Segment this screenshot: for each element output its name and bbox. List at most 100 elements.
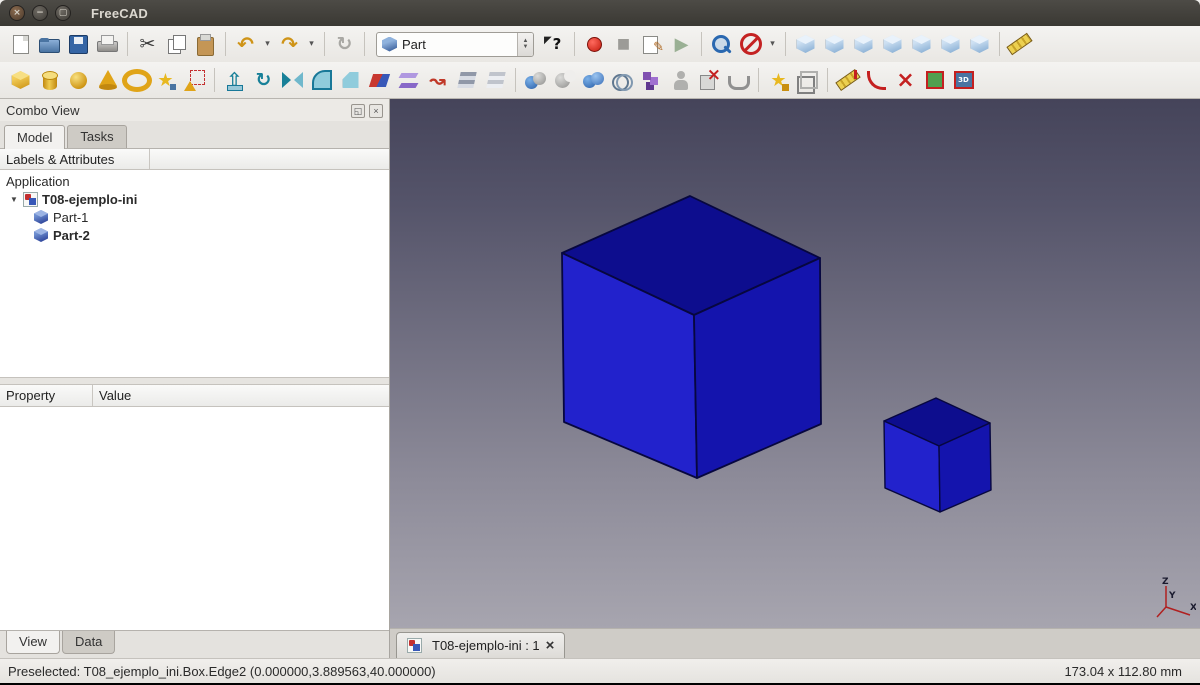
model-tree: Application ▼ T08-ejemplo-ini Part-1 Par… <box>0 170 389 377</box>
document-tab[interactable]: T08-ejemplo-ini : 1 × <box>396 632 565 658</box>
paste-icon[interactable] <box>192 31 219 58</box>
workbench-spinner-icon[interactable] <box>517 33 533 56</box>
measure-toggle-all-icon[interactable] <box>921 67 948 94</box>
tree-label: T08-ejemplo-ini <box>42 192 137 207</box>
draw-style-dropdown-icon[interactable]: ▾ <box>766 31 779 58</box>
undo-icon[interactable]: ↶ <box>232 31 259 58</box>
part-check-geometry-icon[interactable] <box>667 67 694 94</box>
maximize-window-icon[interactable]: ▢ <box>55 5 71 21</box>
part-boolean-toolbar <box>521 67 753 94</box>
part-common-icon[interactable] <box>609 67 636 94</box>
redo-dropdown-icon[interactable]: ▾ <box>305 31 318 58</box>
view-left-icon[interactable] <box>966 31 993 58</box>
whats-this-icon[interactable]: ? <box>541 31 568 58</box>
open-document-icon[interactable] <box>36 31 63 58</box>
macro-edit-icon[interactable] <box>639 31 666 58</box>
tree-item-part1[interactable]: Part-1 <box>0 208 389 226</box>
expander-icon[interactable]: ▼ <box>10 195 23 204</box>
file-toolbar <box>6 31 122 58</box>
draw-style-icon[interactable] <box>737 31 764 58</box>
part-primitives-icon[interactable]: ★ <box>152 67 179 94</box>
tab-data[interactable]: Data <box>62 631 115 654</box>
part-cone-icon[interactable] <box>94 67 121 94</box>
tree-item-part2[interactable]: Part-2 <box>0 226 389 244</box>
print-document-icon[interactable] <box>94 31 121 58</box>
redo-icon[interactable]: ↷ <box>276 31 303 58</box>
tree-item-document[interactable]: ▼ T08-ejemplo-ini <box>0 190 389 208</box>
view-axonometric-icon[interactable] <box>792 31 819 58</box>
tree-header-label: Labels & Attributes <box>0 149 150 169</box>
separator <box>324 32 325 56</box>
part-revolve-icon[interactable]: ↻ <box>250 67 277 94</box>
part-torus-icon[interactable] <box>123 67 150 94</box>
part-icon <box>34 210 48 224</box>
view-top-icon[interactable] <box>850 31 877 58</box>
minimize-window-icon[interactable]: − <box>32 5 48 21</box>
refresh-icon[interactable]: ↻ <box>331 31 358 58</box>
view-right-icon[interactable] <box>879 31 906 58</box>
part-defeaturing-icon[interactable] <box>696 67 723 94</box>
workbench-selector[interactable]: Part <box>376 32 534 57</box>
tree-label: Part-2 <box>53 228 90 243</box>
part-extrude-icon[interactable]: ⇧ <box>221 67 248 94</box>
fit-all-icon[interactable] <box>708 31 735 58</box>
view-front-icon[interactable] <box>821 31 848 58</box>
part-fillet-icon[interactable] <box>308 67 335 94</box>
part-cylinder-icon[interactable] <box>36 67 63 94</box>
part-loft-icon[interactable] <box>395 67 422 94</box>
part-boolean-icon[interactable] <box>522 67 549 94</box>
measure-toggle-3d-icon[interactable] <box>950 67 977 94</box>
panel-splitter[interactable] <box>0 377 389 385</box>
part-refine-shape-icon[interactable]: ★ <box>765 67 792 94</box>
part-compound-icon[interactable] <box>638 67 665 94</box>
part-chamfer-icon[interactable] <box>337 67 364 94</box>
panel-close-icon[interactable]: × <box>369 104 383 118</box>
property-view-tabbar: View Data <box>0 630 389 658</box>
macro-play-icon[interactable]: ▶ <box>668 31 695 58</box>
tab-model[interactable]: Model <box>4 125 65 149</box>
view-bottom-icon[interactable] <box>937 31 964 58</box>
measure-distance-icon[interactable] <box>1006 31 1033 58</box>
measure-angular-icon[interactable] <box>863 67 890 94</box>
part-mirror-icon[interactable] <box>279 67 306 94</box>
tree-item-application[interactable]: Application <box>0 172 389 190</box>
statusbar: Preselected: T08_ejemplo_ini.Box.Edge2 (… <box>0 658 1200 683</box>
toolbar-standard: ✂ ↶▾↷▾ ↻ Part ? ■▶ ▾ <box>0 26 1200 62</box>
part-union-icon[interactable] <box>580 67 607 94</box>
macro-toolbar: ■▶ <box>580 31 696 58</box>
part-ruled-surface-icon[interactable] <box>366 67 393 94</box>
measure-clear-all-icon[interactable]: × <box>892 67 919 94</box>
copy-icon[interactable] <box>163 31 190 58</box>
save-document-icon[interactable] <box>65 31 92 58</box>
part-sweep-icon[interactable]: ↝ <box>424 67 451 94</box>
undo-dropdown-icon[interactable]: ▾ <box>261 31 274 58</box>
macro-stop-icon[interactable]: ■ <box>610 31 637 58</box>
window-title: FreeCAD <box>91 6 148 21</box>
value-column-header[interactable]: Value <box>93 385 389 406</box>
property-column-header[interactable]: Property <box>0 385 93 406</box>
tab-view[interactable]: View <box>6 631 60 654</box>
tab-tasks[interactable]: Tasks <box>67 125 126 148</box>
close-window-icon[interactable]: × <box>9 5 25 21</box>
part-cut-icon[interactable] <box>551 67 578 94</box>
viewport[interactable]: Z Y X <box>390 99 1200 628</box>
part-sphere-icon[interactable] <box>65 67 92 94</box>
tab-close-icon[interactable]: × <box>546 638 555 653</box>
macro-record-icon[interactable] <box>581 31 608 58</box>
new-document-icon[interactable] <box>7 31 34 58</box>
part-shape-builder-icon[interactable] <box>181 67 208 94</box>
part-thickness-icon[interactable] <box>725 67 752 94</box>
part-cross-sections-icon[interactable] <box>482 67 509 94</box>
cut-icon[interactable]: ✂ <box>134 31 161 58</box>
part-box-icon[interactable] <box>7 67 34 94</box>
separator <box>701 32 702 56</box>
combo-view-tabbar: Model Tasks <box>0 121 389 149</box>
viewport-column: Z Y X T08-ejemplo-ini : 1 × <box>390 99 1200 658</box>
view-rear-icon[interactable] <box>908 31 935 58</box>
separator <box>758 68 759 92</box>
part-offset-icon[interactable] <box>794 67 821 94</box>
panel-undock-icon[interactable]: ◱ <box>351 104 365 118</box>
part-section-icon[interactable] <box>453 67 480 94</box>
measure-linear-icon[interactable] <box>834 67 861 94</box>
property-table-body[interactable] <box>0 407 389 630</box>
